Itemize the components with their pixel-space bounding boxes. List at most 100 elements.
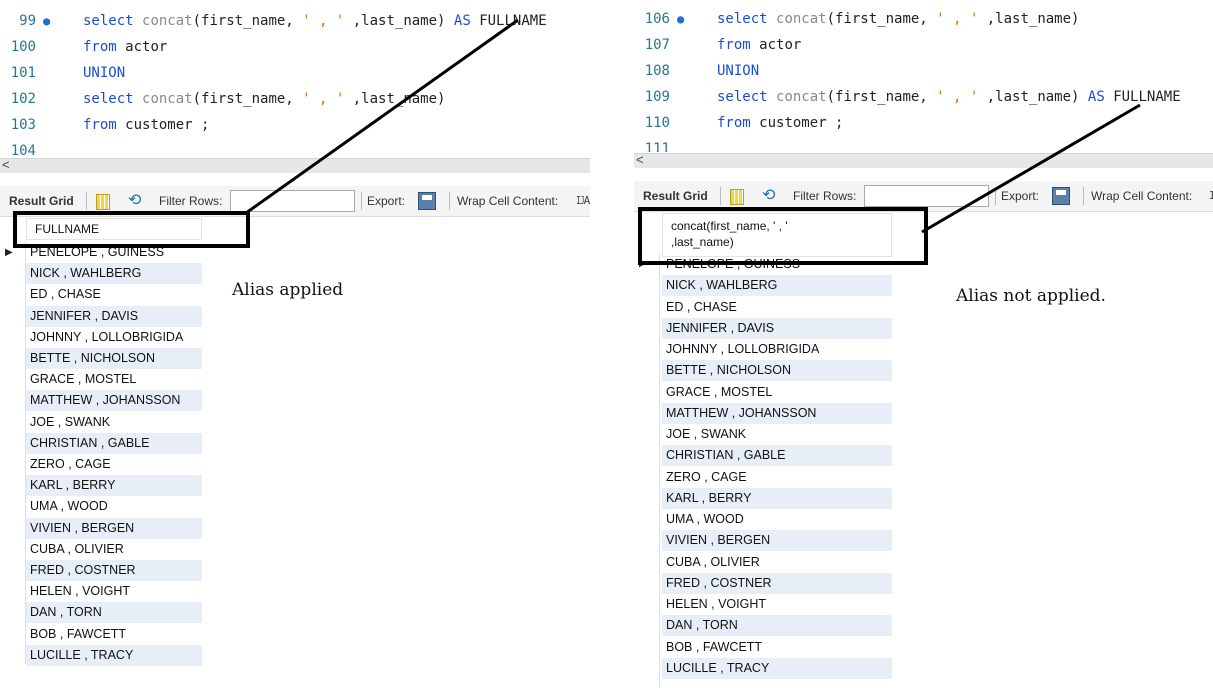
table-row[interactable]: CUBA , OLIVIER [662,552,892,573]
table-row[interactable]: ED , CHASE [662,297,892,318]
code-line[interactable]: 101 UNION [0,60,590,86]
filter-rows-input[interactable] [230,190,355,212]
table-row[interactable]: VIVIEN , BERGEN [26,517,202,539]
code-line[interactable]: 104 [0,138,590,160]
table-row[interactable]: NICK , WAHLBERG [662,275,892,297]
toolbar-divider [86,192,87,210]
sql-token: ,last_name) [344,91,446,107]
sql-token: select [83,91,143,107]
sql-code: select concat(first_name, ' , ' ,last_na… [83,86,445,112]
row-selector-column[interactable] [0,242,26,664]
line-number: 111 [644,141,670,152]
wrap-cell-content-label: Wrap Cell Content: [457,194,559,208]
line-number: 108 [644,63,670,79]
sql-code: from actor [717,32,801,58]
export-icon[interactable] [1052,187,1070,205]
row-selector-column[interactable] [634,254,660,688]
table-row[interactable]: ED , CHASE [26,284,202,305]
scroll-left-arrow-icon[interactable]: < [2,157,10,172]
toolbar-divider [361,192,362,210]
wrap-cell-icon[interactable]: I [1209,181,1213,211]
table-row[interactable]: CHRISTIAN , GABLE [26,432,202,454]
sql-code: select concat(first_name, ' , ' ,last_na… [83,8,547,34]
table-row[interactable]: MATTHEW , JOHANSSON [662,402,892,424]
current-row-arrow-icon: ▶ [5,247,13,258]
table-row[interactable]: MATTHEW , JOHANSSON [26,390,202,412]
table-row[interactable]: KARL , BERRY [26,475,202,497]
filter-rows-input[interactable] [864,185,989,207]
grid-view-icon[interactable] [96,194,110,210]
table-row[interactable]: FRED , COSTNER [662,572,892,594]
table-row[interactable]: DAN , TORN [26,602,202,624]
line-number: 101 [10,65,36,81]
table-row[interactable]: GRACE , MOSTEL [662,382,892,403]
code-line[interactable]: 100 from actor [0,34,590,60]
sql-token: AS [453,13,480,29]
sql-code: from actor [83,34,167,60]
table-row[interactable]: JENNIFER , DAVIS [662,317,892,339]
toolbar-divider [720,187,721,205]
sql-code: from customer ; [717,110,843,136]
table-row[interactable]: UMA , WOOD [26,496,202,517]
sql-token: ,last_name) [978,11,1080,27]
table-row[interactable]: ZERO , CAGE [26,454,202,475]
table-row[interactable]: JOE , SWANK [26,412,202,433]
code-line[interactable]: 107 from actor [634,32,1213,58]
line-number: 106 [644,11,670,27]
table-row[interactable]: JENNIFER , DAVIS [26,305,202,327]
sql-token: ,last_name) [344,13,454,29]
table-row[interactable]: BOB , FAWCETT [662,637,892,658]
table-row[interactable]: JOE , SWANK [662,424,892,445]
export-label: Export: [367,194,406,208]
table-row[interactable]: FRED , COSTNER [26,560,202,581]
table-row[interactable]: HELEN , VOIGHT [662,594,892,615]
sql-token: (first_name, [826,11,937,27]
sql-editor[interactable]: 106 ● select concat(first_name, ' , ' ,las… [634,0,1213,152]
sql-token: AS [1087,89,1114,105]
table-row[interactable]: LUCILLE , TRACY [26,644,202,666]
code-line[interactable]: 106 ● select concat(first_name, ' , ' ,las… [634,6,1213,32]
scroll-left-arrow-icon[interactable]: < [636,152,644,167]
sql-code: UNION [717,58,759,84]
code-line[interactable]: 103 from customer ; [0,112,590,138]
table-row[interactable]: BETTE , NICHOLSON [662,360,892,382]
sql-token: concat [776,11,827,27]
sql-token: (first_name, [826,89,937,105]
table-row[interactable]: BETTE , NICHOLSON [26,348,202,369]
export-icon[interactable] [418,192,436,210]
table-row[interactable]: CHRISTIAN , GABLE [662,445,892,467]
code-line[interactable]: 102 select concat(first_name, ' , ' ,last… [0,86,590,112]
table-row[interactable]: CUBA , OLIVIER [26,539,202,560]
editor-horizontal-scrollbar[interactable]: < [634,152,1213,168]
code-line[interactable]: 108 UNION [634,58,1213,84]
sql-code: select concat(first_name, ' , ' ,last_na… [717,6,1079,32]
table-row[interactable]: BOB , FAWCETT [26,624,202,645]
table-row[interactable]: ZERO , CAGE [662,467,892,488]
sql-token: select [83,13,143,29]
code-line[interactable]: 99 ● select concat(first_name, ' , ' ,last… [0,8,590,34]
wrap-cell-icon[interactable]: ĲA [577,186,590,216]
sql-token: UNION [83,65,126,81]
code-line[interactable]: 111 [634,136,1213,152]
code-line[interactable]: 109 select concat(first_name, ' , ' ,last… [634,84,1213,110]
toolbar-divider [995,187,996,205]
editor-horizontal-scrollbar[interactable]: < [0,157,590,173]
table-row[interactable]: GRACE , MOSTEL [26,369,202,390]
table-row[interactable]: HELEN , VOIGHT [26,581,202,602]
sql-token: FULLNAME [479,13,547,29]
line-number: 110 [644,115,670,131]
sql-token: ,last_name) [978,89,1088,105]
table-row[interactable]: UMA , WOOD [662,509,892,530]
table-row[interactable]: NICK , WAHLBERG [26,263,202,285]
annotation-label: Alias not applied. [956,286,1106,306]
table-row[interactable]: LUCILLE , TRACY [662,657,892,679]
table-row[interactable]: KARL , BERRY [662,487,892,509]
grid-view-icon[interactable] [730,189,744,205]
sql-editor[interactable]: 99 ● select concat(first_name, ' , ' ,last… [0,0,590,160]
table-row[interactable]: DAN , TORN [662,615,892,637]
sql-token: select [717,11,777,27]
table-row[interactable]: JOHNNY , LOLLOBRIGIDA [662,339,892,360]
table-row[interactable]: JOHNNY , LOLLOBRIGIDA [26,327,202,348]
table-row[interactable]: VIVIEN , BERGEN [662,530,892,552]
code-line[interactable]: 110 from customer ; [634,110,1213,136]
